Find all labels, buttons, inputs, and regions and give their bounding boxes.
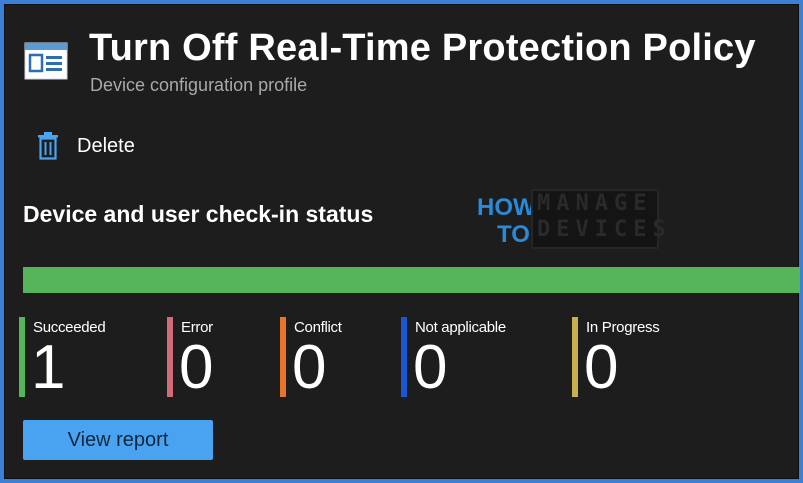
checkin-progress-bar	[23, 267, 800, 293]
watermark-devices: DEVICES	[537, 217, 672, 242]
view-report-button[interactable]: View report	[23, 420, 213, 460]
stat-conflict[interactable]: Conflict 0	[280, 317, 390, 402]
stat-color-bar	[401, 317, 407, 397]
delete-label: Delete	[77, 134, 135, 157]
watermark-to: TO	[497, 221, 530, 248]
page-subtitle: Device configuration profile	[90, 75, 308, 95]
delete-button[interactable]: Delete	[37, 131, 135, 161]
stat-color-bar	[280, 317, 286, 397]
progress-fill-succeeded	[23, 267, 800, 293]
stat-error[interactable]: Error 0	[167, 317, 267, 402]
stat-value: 0	[413, 333, 448, 402]
profile-panel: Turn Off Real-Time Protection Policy Dev…	[4, 4, 800, 479]
watermark-how: HOW	[477, 194, 536, 221]
page-title: Turn Off Real-Time Protection Policy	[89, 27, 756, 69]
stat-color-bar	[167, 317, 173, 397]
stat-succeeded[interactable]: Succeeded 1	[19, 317, 149, 402]
stat-color-bar	[19, 317, 25, 397]
trash-icon	[38, 132, 58, 160]
checkin-status-title: Device and user check-in status	[23, 201, 374, 227]
configuration-profile-icon	[24, 42, 68, 80]
stat-in-progress[interactable]: In Progress 0	[572, 317, 692, 402]
stat-color-bar	[572, 317, 578, 397]
stat-value: 0	[584, 333, 619, 402]
stat-not-applicable[interactable]: Not applicable 0	[401, 317, 561, 402]
watermark-manage: MANAGE	[537, 191, 653, 216]
watermark-logo: HOW TO MANAGE DEVICES	[475, 187, 666, 249]
stat-value: 0	[179, 333, 214, 402]
stat-value: 1	[31, 333, 66, 402]
stat-value: 0	[292, 333, 327, 402]
